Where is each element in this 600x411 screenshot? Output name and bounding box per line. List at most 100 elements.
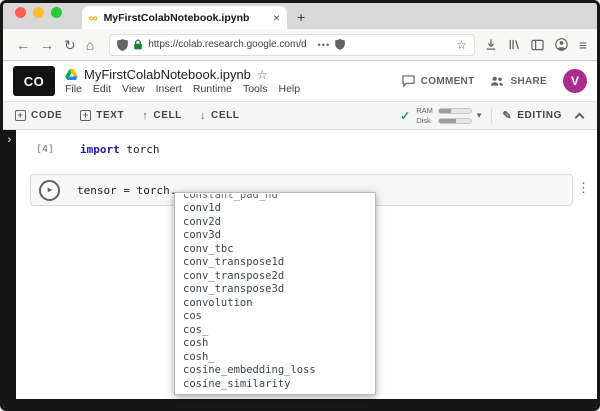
new-tab-button[interactable]: + [297,9,305,25]
cell-options-icon[interactable]: ⋮ [577,182,590,195]
pencil-icon: ✎ [502,110,513,122]
menu-runtime[interactable]: Runtime [193,83,232,95]
text-button-label: TEXT [96,110,125,121]
minimize-window-button[interactable] [33,7,44,18]
header-text: MyFirstColabNotebook.ipynb ☆ File Edit V… [65,67,402,95]
page-actions-icon[interactable]: ••• [318,40,330,50]
shield-icon[interactable] [117,38,129,51]
share-label: SHARE [510,75,547,87]
menu-view[interactable]: View [122,83,145,95]
user-avatar[interactable]: V [563,69,587,93]
downloads-icon[interactable] [485,38,497,51]
people-icon [490,75,504,87]
editing-label: EDITING [517,110,562,121]
menu-file[interactable]: File [65,83,82,95]
browser-tab[interactable]: ∞ MyFirstColabNotebook.ipynb × [82,6,287,29]
autocomplete-dropdown: constant_pad_nd conv1d conv2d conv3d con… [174,192,376,395]
cell1-code-rest: torch [119,143,160,156]
code-cell-executed[interactable]: [4] import torch [36,143,160,156]
menu-insert[interactable]: Insert [156,83,182,95]
collapse-header-chevron-icon[interactable] [574,112,585,122]
editing-mode-button[interactable]: ✎ EDITING [502,109,562,122]
notebook-content: [4] import torch ▶ tensor = torch. ⋮ con… [16,130,597,399]
cell2-code-input[interactable]: tensor = torch. [77,184,176,197]
reload-icon[interactable]: ↻ [64,38,76,52]
autocomplete-item[interactable]: cos_ [175,324,375,338]
sidebar-toggle-icon[interactable] [531,39,544,51]
comment-bubble-icon [402,75,415,87]
menu-tools[interactable]: Tools [243,83,268,95]
autocomplete-item[interactable]: conv2d [175,216,375,230]
play-icon: ▶ [47,185,53,194]
autocomplete-item[interactable]: cosine_embedding_loss [175,364,375,378]
arrow-down-icon: ↓ [199,109,206,122]
autocomplete-item[interactable]: conv_tbc [175,243,375,257]
tab-close-icon[interactable]: × [273,11,280,25]
autocomplete-item[interactable]: conv3d [175,229,375,243]
autocomplete-item[interactable]: cosine_similarity [175,378,375,392]
comment-label: COMMENT [420,75,475,87]
plus-icon: + [80,110,92,121]
colab-logo[interactable]: CO [13,66,55,96]
close-window-button[interactable] [15,7,26,18]
resources-caret-down-icon[interactable]: ▾ [477,110,482,121]
browser-action-icons: ≡ [485,38,587,52]
menu-help[interactable]: Help [278,83,300,95]
move-cell-up-button[interactable]: ↑ CELL [142,110,182,122]
comment-button[interactable]: COMMENT [402,75,475,87]
ram-usage-bar [437,107,472,114]
browser-tab-bar: ∞ MyFirstColabNotebook.ipynb × + [3,3,597,29]
disk-usage-fill [438,118,457,123]
execution-count: [4] [36,144,55,155]
zoom-window-button[interactable] [51,7,62,18]
share-button[interactable]: SHARE [490,75,547,87]
bookmark-star-icon[interactable]: ☆ [456,38,467,52]
hamburger-menu-icon[interactable]: ≡ [579,38,587,52]
autocomplete-item[interactable]: cos [175,310,375,324]
forward-icon[interactable]: → [40,38,54,52]
run-cell-button[interactable]: ▶ [39,179,60,201]
browser-navbar: ← → ↻ ⌂ https://colab.research.google.co… [3,29,597,61]
disk-label: Disk [416,115,431,125]
url-text[interactable]: https://colab.research.google.com/d [148,39,306,50]
home-icon[interactable]: ⌂ [86,38,94,52]
autocomplete-item[interactable]: cosh [175,337,375,351]
ram-usage-fill [438,108,452,113]
autocomplete-item[interactable]: conv_transpose3d [175,283,375,297]
cell1-code[interactable]: import torch [80,143,160,156]
permissions-shield-icon[interactable] [335,39,345,50]
sidebar-rail: › [3,130,16,399]
bottom-frame-bar [3,399,597,408]
resource-meter[interactable]: RAM Disk [416,106,472,125]
expand-sidebar-chevron-icon[interactable]: › [8,135,12,146]
add-text-cell-button[interactable]: + TEXT [80,110,124,121]
colab-header: CO MyFirstColabNotebook.ipynb ☆ File Edi… [3,61,597,101]
star-notebook-icon[interactable]: ☆ [257,68,268,82]
library-icon[interactable] [508,38,520,51]
keyword-import: import [80,143,120,156]
lock-icon[interactable] [133,38,143,51]
notebook-title-row: MyFirstColabNotebook.ipynb ☆ [65,67,402,82]
address-bar[interactable]: https://colab.research.google.com/d ••• … [109,33,475,56]
cell-down-label: CELL [211,110,240,121]
colab-menubar: File Edit View Insert Runtime Tools Help [65,83,402,95]
autocomplete-item[interactable]: conv_transpose2d [175,270,375,284]
code-button-label: CODE [31,110,63,121]
move-cell-down-button[interactable]: ↓ CELL [200,110,240,122]
account-icon[interactable] [555,38,568,51]
autocomplete-item[interactable]: convolution [175,297,375,311]
notebook-title[interactable]: MyFirstColabNotebook.ipynb [84,67,251,82]
autocomplete-item[interactable]: conv_transpose1d [175,256,375,270]
menu-edit[interactable]: Edit [93,83,111,95]
colab-favicon-icon: ∞ [89,10,98,25]
autocomplete-item[interactable]: conv1d [175,202,375,216]
arrow-up-icon: ↑ [142,109,149,122]
connected-check-icon: ✓ [400,108,411,123]
drive-icon [65,69,78,80]
add-code-cell-button[interactable]: + CODE [15,110,62,121]
cell-up-label: CELL [153,110,182,121]
back-icon[interactable]: ← [16,38,30,52]
autocomplete-item[interactable]: cosh_ [175,351,375,365]
autocomplete-item-partial[interactable]: constant_pad_nd [175,194,375,202]
colab-toolbar: + CODE + TEXT ↑ CELL ↓ CELL ✓ RAM Disk ▾… [3,101,597,130]
